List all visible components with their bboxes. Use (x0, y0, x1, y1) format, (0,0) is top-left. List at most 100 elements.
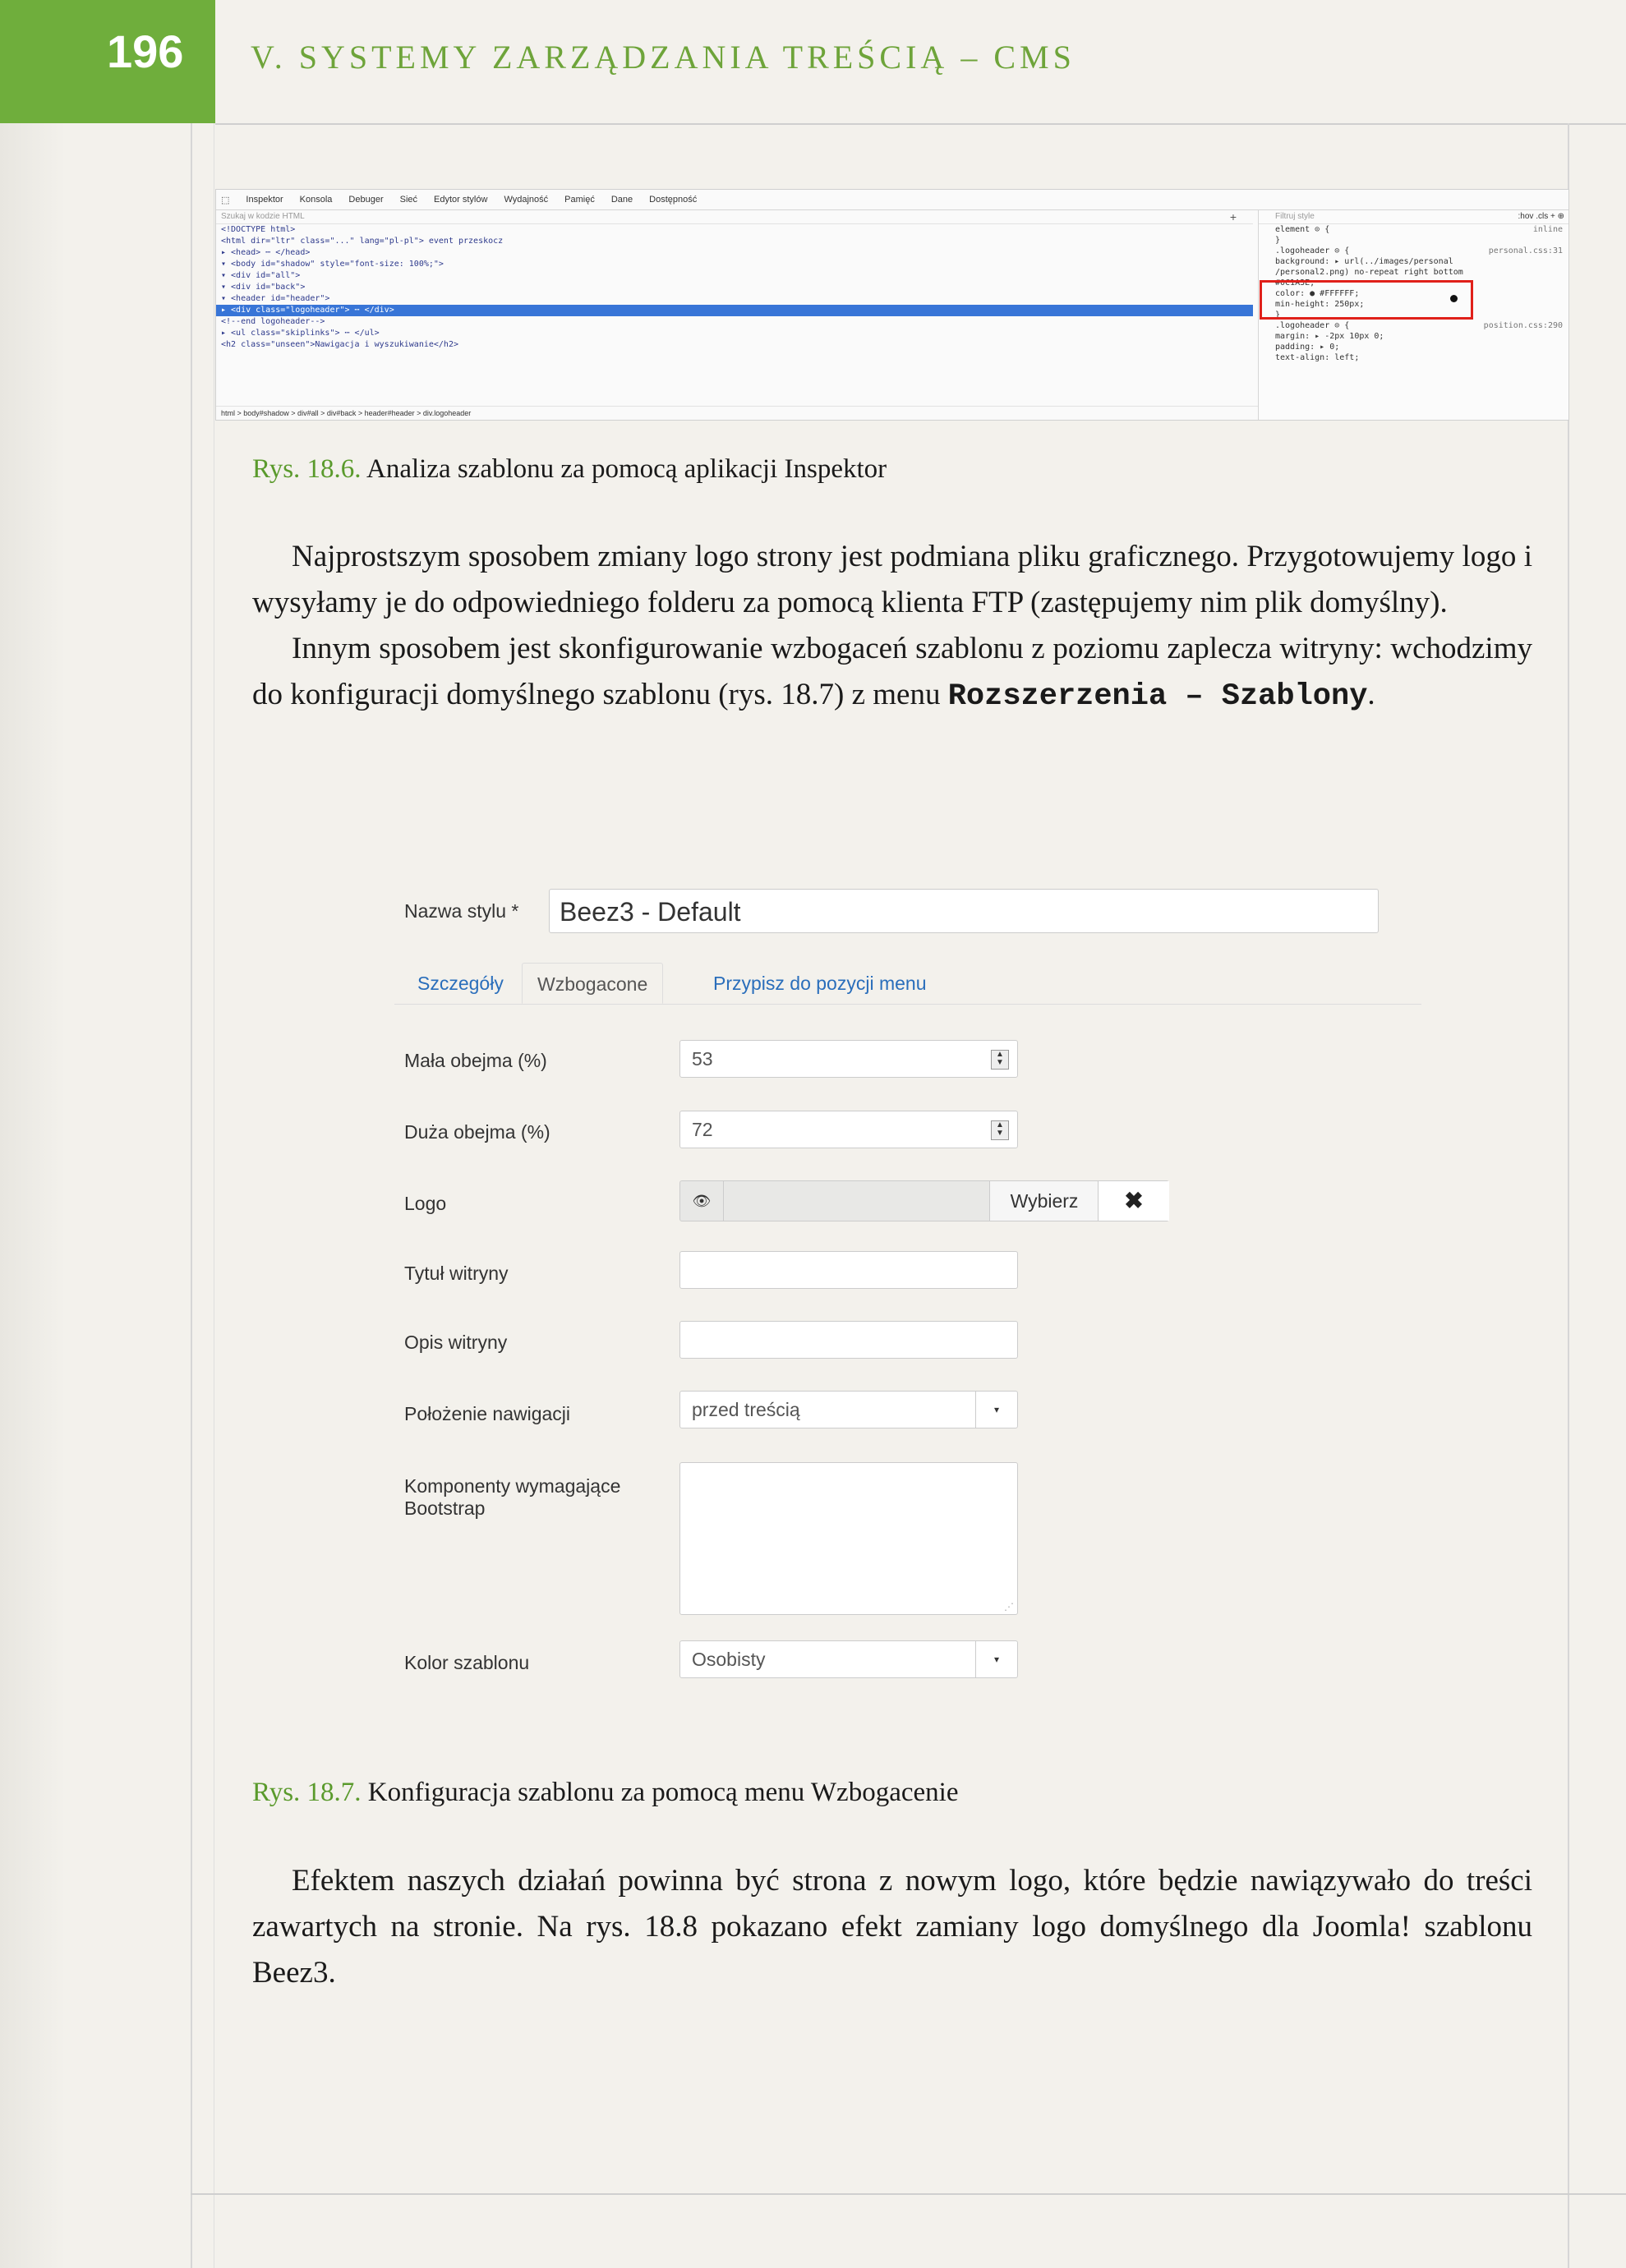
filter-placeholder: Filtruj style (1275, 212, 1315, 221)
rule-text: text-align: left; (1275, 353, 1360, 362)
kolor-value: Osobisty (692, 1649, 766, 1670)
rule-text: /personal2.png) no-repeat right bottom (1275, 268, 1463, 277)
rule-line: /personal2.png) no-repeat right bottom (1259, 267, 1568, 278)
inspector-toolbar: ⬚ Inspektor Konsola Debuger Sieć Edytor … (216, 190, 1568, 210)
filter-styles-input[interactable]: Filtruj style :hov .cls + ⊕ (1259, 210, 1568, 224)
tab-konsola[interactable]: Konsola (300, 195, 333, 205)
logo-label: Logo (404, 1193, 447, 1214)
caption-label: Rys. 18.6. (252, 454, 362, 484)
rule-text: background: ▸ url(../images/personal (1275, 257, 1453, 266)
rule-text: padding: ▸ 0; (1275, 343, 1340, 352)
bootstrap-label-line: Bootstrap (404, 1497, 486, 1519)
breadcrumb[interactable]: html > body#shadow > div#all > div#back … (216, 406, 1258, 420)
nawigacja-label: Położenie nawigacji (404, 1403, 571, 1424)
tree-line[interactable]: ▾ <body id="shadow" style="font-size: 10… (216, 259, 1253, 270)
tree-line[interactable]: <!DOCTYPE html> (216, 224, 1253, 236)
tab-siec[interactable]: Sieć (400, 195, 417, 205)
tree-line[interactable]: ▾ <div id="all"> (216, 270, 1253, 282)
inspector-screenshot: ⬚ Inspektor Konsola Debuger Sieć Edytor … (215, 189, 1569, 421)
kolor-select[interactable]: Osobisty ▾ (679, 1640, 1018, 1678)
tab-dostepnosc[interactable]: Dostępność (649, 195, 697, 205)
spinner-icon[interactable]: ▲ ▼ (991, 1050, 1009, 1070)
paragraphs-2: Efektem naszych działań powinna być stro… (252, 1858, 1532, 1996)
tab-pamiec[interactable]: Pamięć (564, 195, 595, 205)
nawigacja-select[interactable]: przed treścią ▾ (679, 1391, 1018, 1428)
markup-panel: Szukaj w kodzie HTML + <!DOCTYPE html> <… (216, 210, 1258, 420)
tree-line-selected[interactable]: ▸ <div class="logoheader"> ⋯ </div> (216, 305, 1253, 316)
paragraph: Efektem naszych działań powinna być stro… (252, 1864, 1532, 1990)
bootstrap-label-line: Komponenty wymagające (404, 1475, 621, 1497)
duza-obejma-label: Duża obejma (%) (404, 1121, 550, 1143)
tree-line[interactable]: <!--end logoheader--> (216, 316, 1253, 328)
tab-dane[interactable]: Dane (611, 195, 633, 205)
caption-text: Konfiguracja szablonu za pomocą menu Wzb… (367, 1778, 959, 1807)
mala-obejma-label: Mała obejma (%) (404, 1050, 547, 1071)
pick-element-icon[interactable]: ⬚ (221, 195, 229, 205)
paragraphs-1: Najprostszym sposobem zmiany logo strony… (252, 534, 1532, 720)
clear-logo-button[interactable]: ✖ (1098, 1181, 1169, 1221)
bootstrap-label: Komponenty wymagające Bootstrap (404, 1475, 620, 1520)
book-page: 196 V. SYSTEMY ZARZĄDZANIA TREŚCIĄ – CMS… (0, 0, 1626, 2268)
select-logo-button[interactable]: Wybierz (989, 1181, 1099, 1221)
spinner-icon[interactable]: ▲ ▼ (991, 1120, 1009, 1140)
tytul-input[interactable] (679, 1251, 1018, 1289)
rule-line: .logoheader ⊙ {position.css:290 (1259, 320, 1568, 331)
kolor-label: Kolor szablonu (404, 1652, 530, 1673)
style-name-label: Nazwa stylu * (404, 900, 519, 922)
tab-szczegoly[interactable]: Szczegóły (403, 963, 518, 1004)
rules-tools[interactable]: :hov .cls + ⊕ (1518, 210, 1564, 223)
figure-caption-18-7: Rys. 18.7. Konfiguracja szablonu za pomo… (252, 1778, 958, 1808)
highlight-box (1260, 280, 1473, 320)
left-rule (191, 123, 192, 2268)
rule-source[interactable]: personal.css:31 (1489, 246, 1563, 256)
page-edge-shadow (0, 0, 66, 2268)
add-node-icon[interactable]: + (1230, 210, 1237, 223)
bottom-rule (191, 2193, 1626, 2195)
tree-line[interactable]: ▸ <head> ⋯ </head> (216, 247, 1253, 259)
rule-line: } (1259, 235, 1568, 246)
opis-label: Opis witryny (404, 1332, 508, 1353)
rule-line: background: ▸ url(../images/personal (1259, 256, 1568, 267)
paragraph-end: . (1367, 678, 1375, 711)
paragraph: Najprostszym sposobem zmiany logo strony… (252, 540, 1532, 619)
chevron-down-icon[interactable]: ▾ (975, 1392, 1017, 1428)
style-name-input[interactable]: Beez3 - Default (549, 889, 1379, 933)
rule-line: element ⊙ {inline (1259, 224, 1568, 235)
form-tabs: Szczegóły Wzbogacone Przypisz do pozycji… (394, 963, 1421, 1005)
rule-text: } (1275, 236, 1281, 245)
color-swatch-icon (1450, 295, 1458, 302)
tab-inspektor[interactable]: Inspektor (246, 195, 283, 205)
top-rule (215, 123, 1626, 125)
duza-obejma-input[interactable]: 72 ▲ ▼ (679, 1111, 1018, 1148)
tree-line[interactable]: <html dir="ltr" class="..." lang="pl-pl"… (216, 236, 1253, 247)
rule-text: margin: ▸ -2px 10px 0; (1275, 332, 1384, 341)
rule-source[interactable]: inline (1533, 224, 1563, 235)
figure-caption-18-6: Rys. 18.6. Analiza szablonu za pomocą ap… (252, 454, 887, 485)
menu-path: Rozszerzenia – Szablony (947, 679, 1368, 714)
tab-wydajnosc[interactable]: Wydajność (504, 195, 548, 205)
tab-edytor-stylow[interactable]: Edytor stylów (434, 195, 487, 205)
caption-label: Rys. 18.7. (252, 1778, 362, 1807)
rule-line: padding: ▸ 0; (1259, 342, 1568, 352)
chevron-down-icon[interactable]: ▾ (975, 1641, 1017, 1677)
rule-line: text-align: left; (1259, 352, 1568, 363)
opis-input[interactable] (679, 1321, 1018, 1359)
resize-handle-icon[interactable]: ⋰ (1004, 1601, 1014, 1612)
rule-source[interactable]: position.css:290 (1484, 320, 1563, 331)
rule-text: .logoheader ⊙ { (1275, 246, 1350, 255)
tree-line[interactable]: ▸ <ul class="skiplinks"> ⋯ </ul> (216, 328, 1253, 339)
paragraph: Innym sposobem jest skonfigurowanie wzbo… (252, 626, 1532, 720)
html-search-input[interactable]: Szukaj w kodzie HTML (216, 210, 1253, 224)
mala-obejma-input[interactable]: 53 ▲ ▼ (679, 1040, 1018, 1078)
mala-obejma-value: 53 (692, 1048, 713, 1070)
eye-icon[interactable]: 👁 (680, 1181, 724, 1221)
tab-wzbogacone[interactable]: Wzbogacone (522, 963, 664, 1004)
tab-debuger[interactable]: Debuger (348, 195, 383, 205)
bootstrap-textarea[interactable]: ⋰ (679, 1462, 1018, 1615)
tab-przypisz[interactable]: Przypisz do pozycji menu (698, 963, 942, 1004)
tree-line[interactable]: ▾ <header id="header"> (216, 293, 1253, 305)
tytul-label: Tytuł witryny (404, 1263, 509, 1284)
right-rule (1568, 123, 1569, 2268)
tree-line[interactable]: <h2 class="unseen">Nawigacja i wyszukiwa… (216, 339, 1253, 351)
tree-line[interactable]: ▾ <div id="back"> (216, 282, 1253, 293)
